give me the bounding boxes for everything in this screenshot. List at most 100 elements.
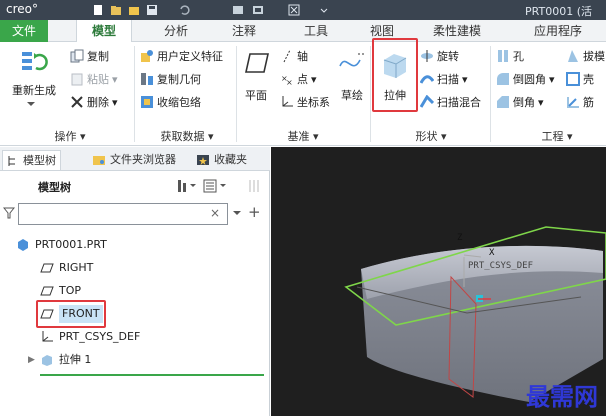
datum-plane-icon [40,286,54,296]
chamfer-icon [497,96,509,108]
regenerate-button[interactable]: 重新生成 [6,82,62,98]
revolve-icon [421,50,433,62]
tree-settings-icon[interactable] [202,178,230,194]
regenerate-dropdown-icon[interactable] [26,100,36,108]
tree-item-top[interactable]: TOP [40,282,81,300]
delete-button[interactable]: 删除 ▾ [70,94,118,110]
group-label-datum[interactable]: 基准 ▾ [240,128,366,144]
regenerate-icon[interactable] [20,50,48,76]
tree-search-input[interactable] [18,203,228,225]
draft-icon [568,50,578,62]
tree-item-extrude[interactable]: ▶ 拉伸 1 [28,351,91,369]
sweep-button[interactable]: 扫描 ▾ [420,71,468,87]
tree-item-csys[interactable]: PRT_CSYS_DEF [40,328,140,346]
sketch-button[interactable]: 草绘 [336,87,368,103]
filter-icon [3,207,15,219]
insert-indicator [40,374,264,376]
expand-arrow-icon[interactable]: ▶ [28,351,35,369]
axis-button[interactable]: 轴 [280,48,308,64]
copy-geometry-button[interactable]: 复制几何 [140,71,201,87]
open-folder-icon[interactable] [128,4,140,16]
group-label-get-data[interactable]: 获取数据 ▾ [140,128,234,144]
tab-annotate[interactable]: 注释 [218,20,270,42]
sketch-icon[interactable] [338,50,368,76]
paste-button[interactable]: 粘贴 ▾ [70,71,118,87]
copy-geometry-icon [141,73,153,85]
round-dropdown-icon[interactable]: ▾ [549,73,555,86]
tree-columns-icon[interactable] [248,178,264,194]
group-divider [134,46,135,142]
tab-favorites[interactable]: 收藏夹 [196,150,247,170]
tab-model[interactable]: 模型 [76,20,132,42]
tab-tools[interactable]: 工具 [290,20,342,42]
axis-x-label: X [489,248,495,258]
group-divider [490,46,491,142]
save-icon[interactable] [146,4,158,16]
group-label-operations[interactable]: 操作 ▾ [20,128,120,144]
regenerate-quick-icon[interactable] [232,4,244,16]
plane-button[interactable]: 平面 [240,87,272,103]
front-highlight [36,300,106,328]
tab-file[interactable]: 文件 [0,20,48,42]
title-bar: creo° PRT0001 (活 [0,0,606,20]
tree-item-right[interactable]: RIGHT [40,259,93,277]
tree-item-part[interactable]: PRT0001.PRT [16,236,107,254]
clear-filter-icon[interactable]: × [210,206,220,220]
csys-button[interactable]: 坐标系 [280,94,330,110]
new-file-icon[interactable] [92,4,104,16]
add-filter-icon[interactable]: + [248,203,261,221]
swept-blend-button[interactable]: 扫描混合 [420,94,481,110]
revolve-button[interactable]: 旋转 [420,48,459,64]
paste-dropdown-icon[interactable]: ▾ [112,73,118,86]
delete-dropdown-icon[interactable]: ▾ [112,96,118,109]
csys-icon [42,331,53,342]
tab-analysis[interactable]: 分析 [148,20,204,42]
axis-z-label: Z [457,233,463,243]
open-file-icon[interactable] [110,4,122,16]
group-label-shapes[interactable]: 形状 ▾ [378,128,484,144]
rib-icon [567,97,579,108]
sweep-dropdown-icon[interactable]: ▾ [462,73,468,86]
tab-model-tree[interactable]: 模型树 [2,150,61,170]
tree-filter: × + [0,199,270,227]
tab-folder-browser[interactable]: 文件夹浏览器 [92,150,176,170]
show-settings-icon[interactable] [176,178,198,194]
tab-applications[interactable]: 应用程序 [522,20,594,42]
undo-icon[interactable] [178,4,190,16]
tab-flexible-modeling[interactable]: 柔性建模 [418,20,496,42]
round-icon [497,73,509,85]
close-window-icon[interactable] [288,4,300,16]
draft-button[interactable]: 拔模 [566,48,605,64]
hole-icon [498,50,508,62]
shell-button[interactable]: 壳 [566,71,594,87]
chamfer-button[interactable]: 倒角 ▾ [496,94,544,110]
group-divider [236,46,237,142]
hole-button[interactable]: 孔 [496,48,524,64]
filter-dropdown-icon[interactable] [232,209,242,217]
point-button[interactable]: × × 点 ▾ [280,71,317,87]
point-dropdown-icon[interactable]: ▾ [311,73,317,86]
ribbon-body: 重新生成 复制 粘贴▾ 删除▾ 操作 ▾ 用户定义特征 复制几何 收缩包络 [0,38,606,146]
app-logo: creo° [6,2,38,16]
round-button[interactable]: 倒圆角 ▾ [496,71,555,87]
model-view [344,226,606,402]
chamfer-dropdown-icon[interactable]: ▾ [538,96,544,109]
shrinkwrap-button[interactable]: 收缩包络 [140,94,201,110]
datum-plane-icon [40,263,54,273]
customize-quick-access-icon[interactable] [318,4,330,16]
udf-icon [141,50,153,62]
shrinkwrap-icon [141,96,153,108]
group-label-engineering[interactable]: 工程 ▾ [520,128,594,144]
windows-icon[interactable] [252,4,264,16]
axis-icon [283,49,291,63]
udf-button[interactable]: 用户定义特征 [140,48,223,64]
model-tree-icon [8,155,15,166]
delete-icon [71,96,83,108]
group-divider [370,46,371,142]
graphics-viewport[interactable]: Z X PRT_CSYS_DEF 最需网 [271,147,606,416]
copy-button[interactable]: 复制 [70,48,109,64]
favorites-icon [197,155,209,165]
datum-plane-icon[interactable] [244,52,270,74]
paste-icon [71,73,83,86]
rib-button[interactable]: 筋 [566,94,594,110]
